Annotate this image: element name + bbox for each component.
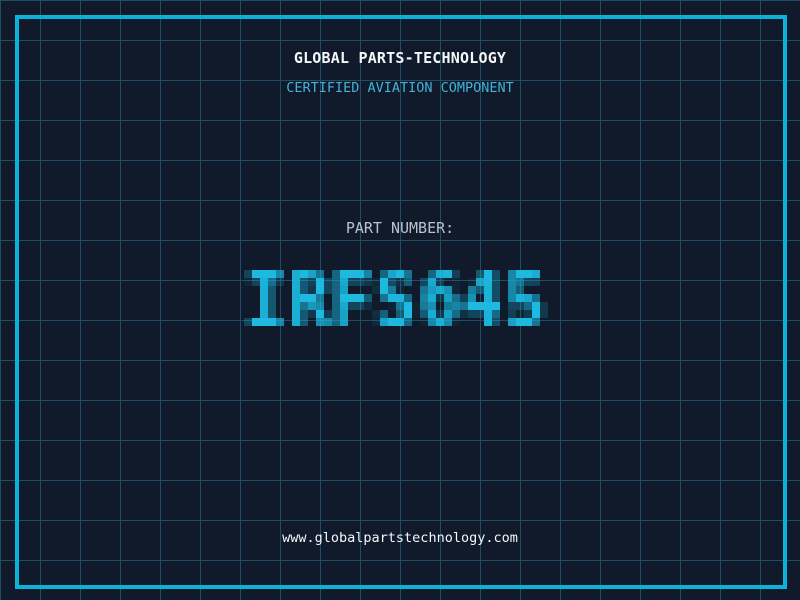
- certificate-page: GLOBAL PARTS-TECHNOLOGY CERTIFIED AVIATI…: [0, 0, 800, 600]
- website-url: www.globalpartstechnology.com: [282, 530, 518, 546]
- part-number-label: PART NUMBER:: [345, 219, 455, 237]
- part-number-display: [244, 246, 556, 350]
- company-title: GLOBAL PARTS-TECHNOLOGY: [293, 49, 507, 67]
- certification-subtitle: CERTIFIED AVIATION COMPONENT: [286, 80, 514, 96]
- part-number-value: IRFS645: [0, 0, 1, 1]
